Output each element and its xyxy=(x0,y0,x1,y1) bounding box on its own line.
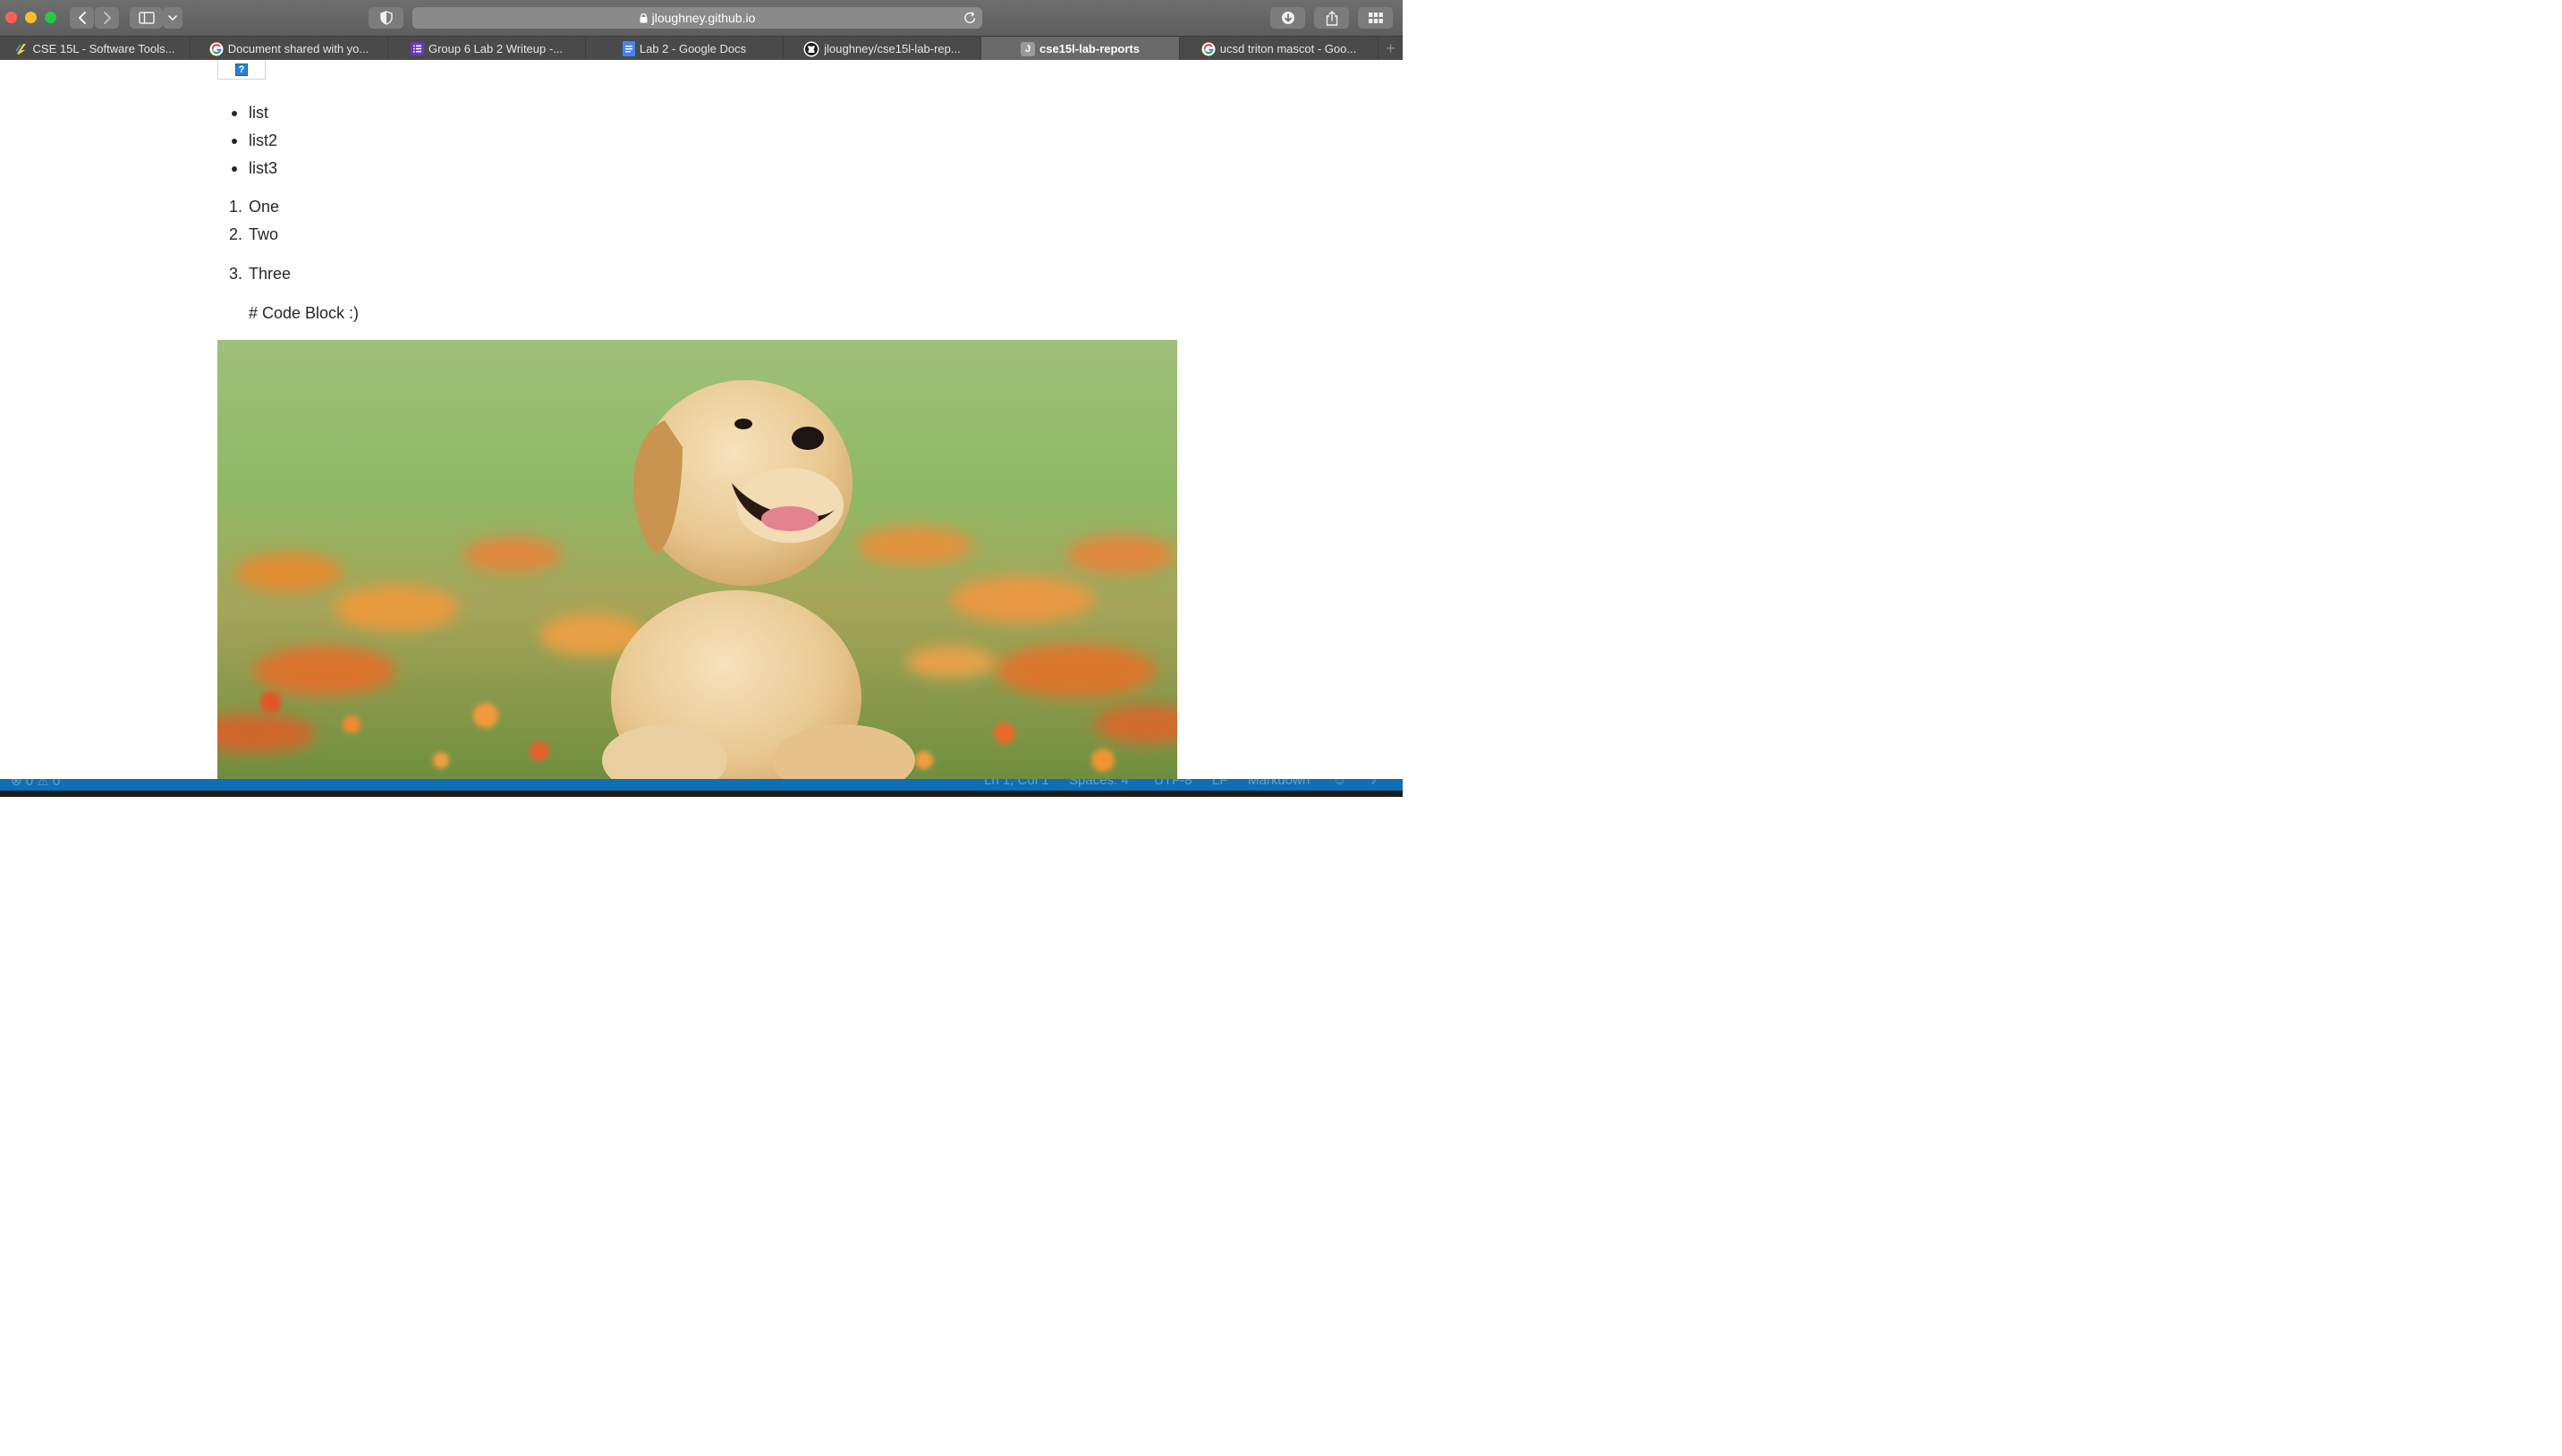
eol-setting[interactable]: LF xyxy=(1212,779,1228,788)
forward-button[interactable] xyxy=(95,7,119,29)
grid-icon xyxy=(1368,13,1383,23)
tab-label: Group 6 Lab 2 Writeup -... xyxy=(428,42,564,55)
list-item: list2 xyxy=(232,130,277,151)
numbered-list-item: 1. One xyxy=(228,198,280,216)
tab-label: Document shared with yo... xyxy=(227,42,369,55)
tab-group6-lab2-writeup[interactable]: Group 6 Lab 2 Writeup -... xyxy=(388,37,586,61)
tab-github-repo[interactable]: jloughney/cse15l-lab-rep... xyxy=(784,37,981,61)
language-mode[interactable]: Markdown xyxy=(1248,779,1310,788)
sidebar-icon xyxy=(138,12,155,24)
lightning-icon xyxy=(14,42,29,55)
chevron-right-icon xyxy=(103,12,111,24)
tab-label: cse15l-lab-reports xyxy=(1039,42,1140,55)
tab-cse15l-software-tools[interactable]: CSE 15L - Software Tools... xyxy=(0,37,191,61)
sidebar-menu-button[interactable] xyxy=(163,7,182,29)
download-icon xyxy=(1281,12,1294,24)
account-icon[interactable]: ☺ xyxy=(1333,779,1346,788)
shield-icon xyxy=(379,11,393,25)
j-letter-icon: J xyxy=(1021,41,1035,56)
google-docs-icon xyxy=(622,41,635,56)
numbered-list-item: 3. Three xyxy=(228,265,292,283)
code-block-line: # Code Block :) xyxy=(249,304,360,322)
tab-label: Lab 2 - Google Docs xyxy=(639,42,747,55)
address-bar[interactable]: jloughney.github.io xyxy=(412,7,982,29)
bell-icon[interactable]: ♪ xyxy=(1370,779,1378,788)
puppy-photo xyxy=(217,340,1177,779)
minimize-window-button[interactable] xyxy=(25,12,37,23)
broken-image: ? xyxy=(217,60,266,80)
share-icon xyxy=(1326,10,1337,26)
puppy-image xyxy=(217,340,1177,779)
tab-lab2-google-docs[interactable]: Lab 2 - Google Docs xyxy=(586,37,784,61)
share-button[interactable] xyxy=(1314,7,1349,29)
tab-cse15l-lab-reports[interactable]: J cse15l-lab-reports xyxy=(981,37,1180,61)
downloads-button[interactable] xyxy=(1270,7,1305,29)
lock-icon xyxy=(640,13,648,23)
sidebar-toggle-button[interactable] xyxy=(130,7,163,29)
tab-bar: CSE 15L - Software Tools... Document sha… xyxy=(0,36,1403,61)
chevron-left-icon xyxy=(78,12,86,24)
reload-icon[interactable] xyxy=(963,11,977,25)
tab-label: jloughney/cse15l-lab-rep... xyxy=(824,42,961,55)
google-g-icon xyxy=(209,42,224,56)
google-g-icon xyxy=(1201,42,1216,56)
problems-indicator[interactable]: ⊗ 0 ⚠ 0 xyxy=(11,779,60,789)
encoding-setting[interactable]: UTF-8 xyxy=(1154,779,1192,788)
list-item: list3 xyxy=(232,157,277,179)
cursor-position[interactable]: Ln 1, Col 1 xyxy=(984,779,1049,788)
question-mark-icon: ? xyxy=(235,63,248,76)
list-doc-icon xyxy=(410,42,424,55)
indentation-setting[interactable]: Spaces: 4 xyxy=(1069,779,1129,788)
tab-ucsd-triton-mascot[interactable]: ucsd triton mascot - Goo... xyxy=(1180,37,1379,61)
url-text: jloughney.github.io xyxy=(651,11,756,25)
browser-toolbar: jloughney.github.io xyxy=(0,0,1403,36)
list-item: list xyxy=(232,102,268,123)
numbered-list-item: 2. Two xyxy=(228,225,279,243)
bullet-icon xyxy=(232,166,237,172)
close-window-button[interactable] xyxy=(5,12,17,23)
tab-label: ucsd triton mascot - Goo... xyxy=(1219,42,1357,55)
bullet-icon xyxy=(232,111,237,116)
back-button[interactable] xyxy=(70,7,94,29)
github-icon xyxy=(803,41,819,57)
tab-label: CSE 15L - Software Tools... xyxy=(32,42,175,55)
privacy-report-button[interactable] xyxy=(369,7,403,29)
status-bar: ⊗ 0 ⚠ 0 Ln 1, Col 1 Spaces: 4 UTF-8 LF M… xyxy=(0,779,1403,797)
bullet-icon xyxy=(232,139,237,144)
chevron-down-icon xyxy=(168,15,177,21)
tab-document-shared[interactable]: Document shared with yo... xyxy=(191,37,388,61)
page-content: ? list list2 list3 1. One 2. Two 3. Thre… xyxy=(0,60,1403,779)
plus-icon: + xyxy=(1386,39,1396,57)
tab-overview-button[interactable] xyxy=(1358,7,1393,29)
zoom-window-button[interactable] xyxy=(45,12,56,23)
new-tab-button[interactable]: + xyxy=(1379,37,1403,61)
